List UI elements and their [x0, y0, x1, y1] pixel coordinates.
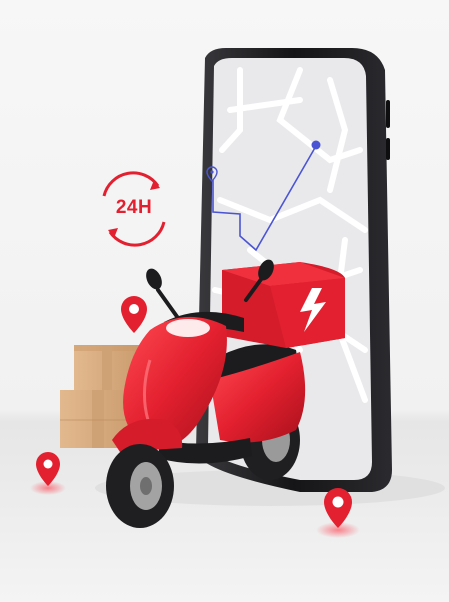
phone-side-button — [386, 138, 390, 160]
illustration-canvas — [0, 0, 449, 602]
24h-badge-label: 24H — [115, 197, 153, 218]
headlight — [166, 319, 210, 337]
phone-side-button — [386, 100, 390, 128]
route-end-dot — [311, 140, 321, 150]
delivery-box-lightning-icon — [222, 262, 345, 348]
delivery-illustration: 24H — [0, 0, 449, 602]
